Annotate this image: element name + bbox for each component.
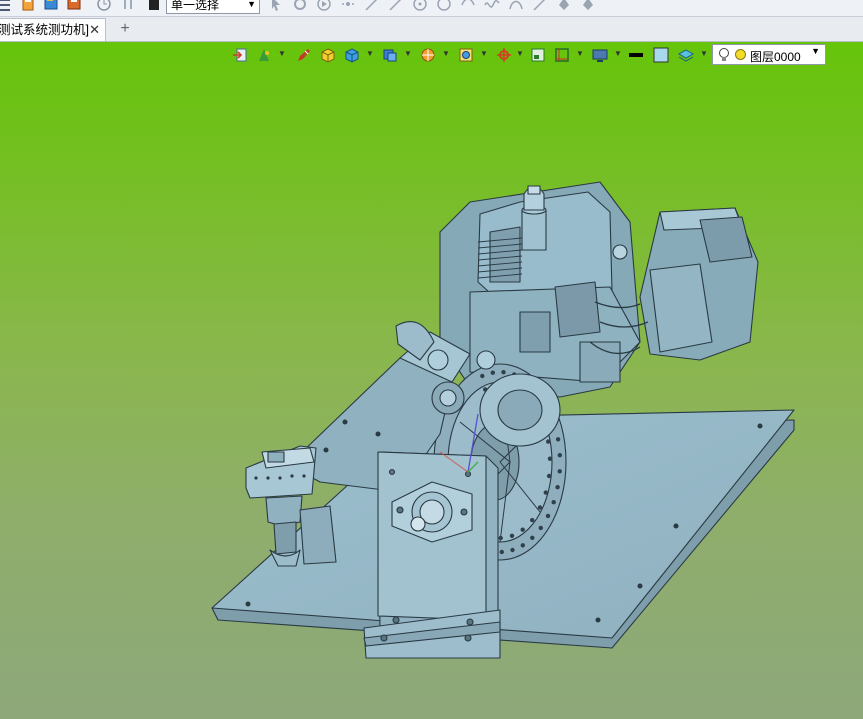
curve-icon[interactable] bbox=[508, 0, 524, 11]
disc-hole bbox=[530, 535, 535, 540]
disc-hole bbox=[555, 437, 561, 442]
chevron-down-icon: ▼ bbox=[247, 0, 256, 9]
menu-icon[interactable] bbox=[0, 0, 12, 11]
engine-test-rig-model[interactable] bbox=[0, 42, 863, 719]
disc-hole bbox=[546, 439, 551, 444]
point-icon[interactable] bbox=[340, 0, 356, 11]
select-arrow-icon[interactable] bbox=[268, 0, 284, 11]
disc-hole bbox=[543, 490, 548, 495]
disc-hole bbox=[538, 525, 543, 531]
save-file-icon[interactable] bbox=[66, 0, 82, 11]
disc-hole bbox=[520, 543, 525, 548]
history-icon[interactable] bbox=[96, 0, 112, 11]
bearing-support-plate bbox=[363, 451, 501, 659]
document-tab-bar: 测试系统测功机] ✕ + bbox=[0, 17, 863, 42]
disc-hole bbox=[509, 533, 515, 538]
clutch-housing bbox=[479, 373, 561, 447]
pointer-options-icon[interactable] bbox=[120, 0, 136, 11]
disc-hole bbox=[545, 513, 551, 519]
document-tab-title: 测试系统测功机] bbox=[0, 23, 89, 37]
disc-hole bbox=[537, 505, 543, 510]
disc-hole bbox=[520, 527, 525, 532]
rotate-icon[interactable] bbox=[292, 0, 308, 11]
extend-icon[interactable] bbox=[532, 0, 548, 11]
disc-hole bbox=[510, 547, 515, 553]
play-icon[interactable] bbox=[316, 0, 332, 11]
circle-center-icon[interactable] bbox=[412, 0, 428, 11]
main-toolbar: 单一选择 ▼ bbox=[0, 0, 863, 17]
disc-hole bbox=[499, 549, 504, 555]
new-tab-button[interactable]: + bbox=[116, 19, 134, 39]
disc-hole bbox=[480, 373, 485, 379]
selection-mode-dropdown[interactable]: 单一选择 ▼ bbox=[166, 0, 260, 14]
close-icon[interactable]: ✕ bbox=[89, 19, 100, 41]
disc-hole bbox=[555, 485, 560, 490]
disc-hole bbox=[501, 370, 506, 375]
circle-icon[interactable] bbox=[436, 0, 452, 11]
new-file-icon[interactable] bbox=[20, 0, 36, 11]
disc-hole bbox=[557, 469, 562, 474]
document-tab[interactable]: 测试系统测功机] ✕ bbox=[0, 18, 106, 41]
spark-plug bbox=[521, 185, 547, 251]
spline-icon[interactable] bbox=[484, 0, 500, 11]
disc-hole bbox=[551, 500, 556, 505]
pan-icon[interactable] bbox=[580, 0, 596, 11]
arc-icon[interactable] bbox=[460, 0, 476, 11]
polyline-icon[interactable] bbox=[388, 0, 404, 11]
open-file-icon[interactable] bbox=[43, 0, 59, 11]
disc-hole bbox=[490, 370, 495, 375]
3d-viewport[interactable]: ▼ ▼ ▼ ▼ ▼ ▼ ▼ ▼ ▼ 图层0000 ▼ bbox=[0, 42, 863, 719]
disc-hole bbox=[530, 517, 535, 523]
hand-icon[interactable] bbox=[556, 0, 572, 11]
selection-mode-value: 单一选择 bbox=[171, 0, 220, 12]
stop-icon[interactable] bbox=[146, 0, 162, 11]
disc-hole bbox=[546, 473, 552, 479]
disc-hole bbox=[498, 535, 503, 541]
disc-hole bbox=[557, 453, 562, 458]
disc-hole bbox=[547, 456, 553, 461]
line-icon[interactable] bbox=[364, 0, 380, 11]
